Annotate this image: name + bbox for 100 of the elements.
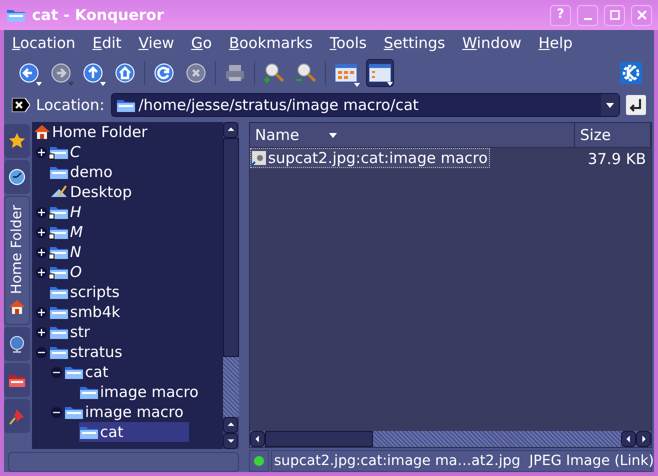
home-icon bbox=[114, 62, 136, 84]
expand-toggle[interactable] bbox=[36, 306, 47, 318]
tree-item[interactable]: Desktop bbox=[49, 182, 135, 202]
clear-location-icon[interactable] bbox=[12, 98, 30, 112]
close-icon bbox=[636, 10, 646, 20]
folder-link-icon bbox=[49, 244, 69, 260]
dropdown-icon bbox=[354, 83, 360, 87]
tree-item[interactable]: stratus bbox=[49, 342, 126, 362]
menu-item[interactable]: Go bbox=[191, 32, 212, 54]
minimize-icon bbox=[584, 18, 592, 20]
file-row[interactable]: supcat2.jpg:cat:image macro bbox=[250, 148, 490, 168]
folder-icon bbox=[49, 344, 69, 360]
menu-item[interactable]: Tools bbox=[330, 32, 367, 54]
menu-item[interactable]: Location bbox=[12, 32, 76, 54]
plus-icon bbox=[38, 268, 45, 276]
kde-logo-icon bbox=[620, 62, 642, 84]
scroll-down-button[interactable] bbox=[223, 433, 238, 449]
detail-view-icon bbox=[369, 64, 391, 82]
folder-link-icon bbox=[49, 224, 69, 240]
image-file-icon bbox=[251, 150, 267, 166]
tree-item[interactable]: image macro bbox=[64, 402, 187, 422]
printer-icon bbox=[224, 62, 246, 84]
folder-icon bbox=[49, 324, 69, 340]
tree-item[interactable]: scripts bbox=[49, 282, 123, 302]
scroll-up-button[interactable] bbox=[223, 122, 238, 138]
tree-item[interactable]: H bbox=[49, 202, 84, 222]
column-header[interactable]: Name bbox=[250, 123, 575, 147]
menu-item[interactable]: Window bbox=[462, 32, 522, 54]
folder-icon bbox=[79, 424, 99, 440]
expand-toggle[interactable] bbox=[36, 326, 47, 338]
scroll-up-button[interactable] bbox=[223, 417, 238, 433]
horizontal-scrollbar[interactable] bbox=[250, 431, 651, 447]
expand-toggle[interactable] bbox=[36, 206, 47, 218]
tree-item[interactable]: demo bbox=[49, 162, 116, 182]
tree-item[interactable]: cat bbox=[64, 362, 112, 382]
enter-icon[interactable] bbox=[626, 95, 646, 115]
folder-icon bbox=[64, 364, 84, 380]
clock-icon bbox=[8, 168, 26, 186]
folder-icon bbox=[6, 7, 26, 23]
plus-icon bbox=[38, 328, 45, 336]
vertical-scrollbar[interactable] bbox=[223, 122, 239, 449]
tree-item[interactable]: Home Folder bbox=[52, 122, 148, 144]
globe-icon bbox=[8, 335, 26, 354]
desktop-icon bbox=[49, 184, 69, 200]
sidebar-tab[interactable] bbox=[4, 327, 30, 362]
column-header[interactable]: Size bbox=[575, 123, 651, 147]
collapse-toggle[interactable] bbox=[51, 406, 62, 418]
expand-toggle[interactable] bbox=[36, 246, 47, 258]
dropdown-icon[interactable] bbox=[601, 94, 619, 116]
folder-link-icon bbox=[49, 204, 69, 220]
dropdown-icon bbox=[387, 82, 393, 86]
menu-item[interactable]: View bbox=[138, 32, 174, 54]
menu-item[interactable]: Help bbox=[538, 32, 573, 54]
star-icon bbox=[8, 132, 26, 150]
folder-icon bbox=[49, 284, 69, 300]
scrollbar-thumb[interactable] bbox=[223, 138, 239, 357]
stop-icon bbox=[185, 62, 207, 84]
sort-arrow-icon bbox=[329, 132, 338, 138]
window-title: cat - Konqueror bbox=[32, 4, 165, 26]
plus-icon bbox=[38, 228, 45, 236]
tree-item[interactable]: N bbox=[49, 242, 84, 262]
scroll-right-button[interactable] bbox=[636, 431, 651, 447]
expand-toggle[interactable] bbox=[36, 226, 47, 238]
plus-icon bbox=[38, 208, 45, 216]
collapse-toggle[interactable] bbox=[51, 366, 62, 378]
menu-item[interactable]: Edit bbox=[92, 32, 122, 54]
plus-icon bbox=[38, 308, 45, 316]
sidebar-tab[interactable] bbox=[4, 124, 30, 158]
zoom-in-icon bbox=[263, 62, 285, 84]
collapse-toggle[interactable] bbox=[36, 346, 47, 358]
sidebar-tab[interactable] bbox=[4, 160, 30, 194]
folder-icon bbox=[116, 97, 136, 113]
folder-icon bbox=[49, 164, 69, 180]
expand-toggle[interactable] bbox=[36, 266, 47, 278]
scroll-left-button[interactable] bbox=[250, 431, 265, 447]
sidebar-tab[interactable]: Home Folder bbox=[4, 196, 30, 326]
sidebar-tab[interactable] bbox=[4, 363, 30, 398]
zoom-out-icon bbox=[295, 62, 317, 84]
size-cell-text: 37.9 KB bbox=[586, 149, 647, 168]
menu-item[interactable]: Settings bbox=[384, 32, 446, 54]
folder-icon bbox=[64, 404, 84, 420]
view-mode-button[interactable] bbox=[366, 59, 394, 87]
icon-view-icon bbox=[335, 64, 357, 82]
home-icon bbox=[33, 123, 51, 141]
expand-toggle[interactable] bbox=[36, 146, 47, 158]
tree-item[interactable]: smb4k bbox=[49, 302, 124, 322]
tree-item[interactable]: image macro bbox=[79, 382, 202, 402]
maximize-icon bbox=[610, 10, 620, 20]
tree-item[interactable]: O bbox=[49, 262, 85, 282]
tree-item[interactable]: M bbox=[49, 222, 86, 242]
tree-item[interactable]: C bbox=[49, 142, 84, 162]
scrollbar-thumb[interactable] bbox=[265, 431, 373, 447]
location-field[interactable]: /home/jesse/stratus/image macro/cat bbox=[110, 93, 620, 117]
scroll-left-button[interactable] bbox=[621, 431, 636, 447]
tree-item[interactable]: str bbox=[49, 322, 93, 342]
tree-item[interactable]: cat bbox=[79, 422, 189, 442]
status-led-icon bbox=[254, 456, 264, 466]
plus-icon bbox=[38, 148, 45, 156]
folder-link-icon bbox=[49, 144, 69, 160]
menu-item[interactable]: Bookmarks bbox=[228, 32, 313, 54]
